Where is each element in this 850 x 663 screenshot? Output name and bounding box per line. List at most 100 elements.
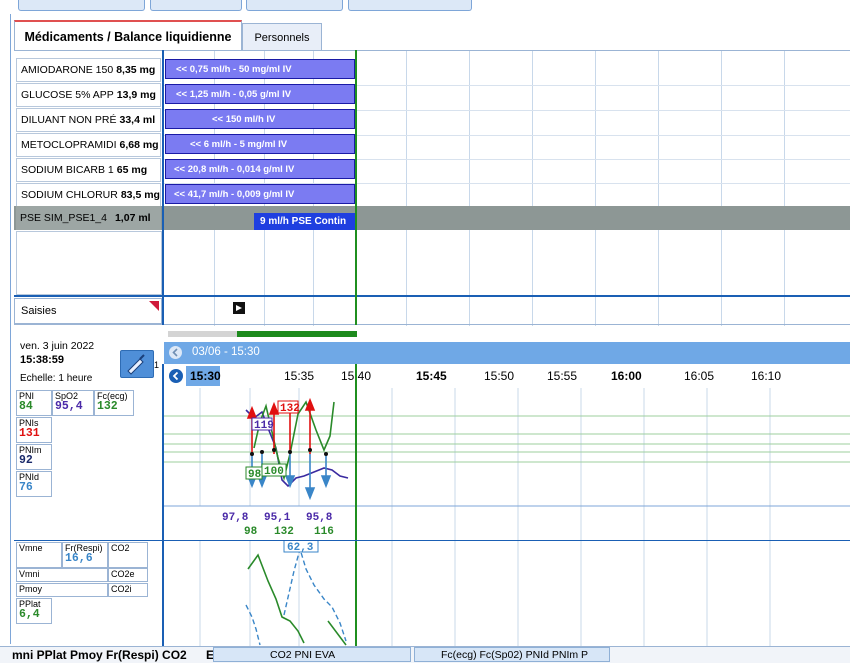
med-amount: 13,9 mg bbox=[116, 89, 156, 101]
param-label: CO2 bbox=[111, 543, 130, 553]
med-rate: << 20,8 ml/h - 0,014 g/ml IV bbox=[174, 163, 295, 175]
tick-label: 15:30 bbox=[190, 369, 221, 383]
bottom-tab-co2-pni-eva[interactable]: CO2 PNI EVA bbox=[213, 647, 411, 662]
tab-personnels[interactable]: Personnels bbox=[242, 23, 322, 51]
info-date: ven. 3 juin 2022 bbox=[20, 340, 95, 352]
respiratory-chart[interactable]: 62,3 bbox=[164, 541, 850, 646]
section-divider bbox=[14, 324, 850, 325]
param-fc[interactable]: Fc(ecg) 132 bbox=[94, 390, 134, 416]
med-label-amiodarone[interactable]: AMIODARONE 150 8,35 mg bbox=[16, 58, 161, 82]
timeline-scroll-thumb[interactable] bbox=[237, 331, 357, 337]
vital-signs-chart[interactable]: 132 119 98 100 97,8 95,1 95,8 98 132 116 bbox=[164, 388, 850, 540]
entry-marker-icon[interactable] bbox=[233, 302, 245, 314]
param-label: Vmni bbox=[19, 569, 40, 579]
bottom-tab-label: Fc(ecg) Fc(Sp02) PNId PNIm P bbox=[441, 648, 589, 661]
param-value: 76 bbox=[19, 481, 33, 494]
co2-series-a bbox=[245, 604, 261, 646]
param-pnis[interactable]: PNIs 131 bbox=[16, 417, 52, 443]
med-bar-glucose[interactable]: << 1,25 ml/h - 0,05 g/ml IV bbox=[165, 84, 355, 104]
param-value: 84 bbox=[19, 400, 33, 413]
grid-line bbox=[532, 51, 533, 326]
timeline-prev-icon[interactable] bbox=[169, 346, 182, 359]
top-tab-stub-2[interactable] bbox=[150, 0, 242, 11]
med-bar-metoclopramide[interactable]: << 6 ml/h - 5 mg/ml IV bbox=[165, 134, 355, 154]
med-rate: << 0,75 ml/h - 50 mg/ml IV bbox=[176, 63, 292, 75]
param-pnim[interactable]: PNIm 92 bbox=[16, 444, 52, 470]
bottom-legend-bar: mni PPlat Pmoy Fr(Respi) CO2 E CO2 PNI E… bbox=[0, 646, 850, 663]
param-frrespi[interactable]: Fr(Respi) 16,6 bbox=[62, 542, 108, 568]
param-vmni[interactable]: Vmni bbox=[16, 568, 108, 582]
med-name: DILUANT NON PRÉ bbox=[21, 114, 117, 126]
param-pnid[interactable]: PNId 76 bbox=[16, 471, 52, 497]
top-tab-stub-4[interactable] bbox=[348, 0, 472, 11]
pen-button[interactable] bbox=[120, 350, 154, 378]
tick-label: 16:10 bbox=[751, 369, 782, 383]
svg-text:100: 100 bbox=[264, 466, 284, 478]
summary-fc-1: 98 bbox=[244, 526, 258, 538]
param-label: CO2e bbox=[111, 569, 135, 579]
syringe-icon bbox=[127, 354, 145, 375]
med-label-glucose[interactable]: GLUCOSE 5% APP 13,9 mg bbox=[16, 83, 161, 107]
pse-amount: 1,07 ml bbox=[114, 212, 151, 224]
bottom-left-text: mni PPlat Pmoy Fr(Respi) CO2 bbox=[12, 648, 187, 662]
med-rate: << 41,7 ml/h - 0,009 g/ml IV bbox=[174, 188, 295, 200]
bottom-tab-fc-pni[interactable]: Fc(ecg) Fc(Sp02) PNId PNIm P bbox=[414, 647, 610, 662]
top-tab-stub-3[interactable] bbox=[246, 0, 343, 11]
bottom-tab-label: CO2 PNI EVA bbox=[270, 648, 336, 661]
tab-personnels-label: Personnels bbox=[254, 31, 310, 44]
summary-spo2-2: 95,1 bbox=[264, 512, 291, 524]
timeline-header: 03/06 - 15:30 bbox=[164, 342, 850, 364]
pse-row[interactable]: PSE SIM_PSE1_4 1,07 ml bbox=[14, 206, 850, 230]
med-amount: 8,35 mg bbox=[116, 64, 156, 76]
section-divider bbox=[14, 295, 850, 297]
timeline-back-icon[interactable] bbox=[169, 369, 183, 383]
med-bar-sodium-bicarb[interactable]: << 20,8 ml/h - 0,014 g/ml IV bbox=[165, 159, 355, 179]
med-label-diluant[interactable]: DILUANT NON PRÉ 33,4 ml bbox=[16, 108, 161, 132]
param-co2[interactable]: CO2 bbox=[108, 542, 148, 568]
param-spo2[interactable]: SpO2 95,4 bbox=[52, 390, 94, 416]
med-amount: 33,4 ml bbox=[119, 114, 156, 126]
med-label-metoclopramide[interactable]: METOCLOPRAMIDI 6,68 mg bbox=[16, 133, 161, 157]
grid-line bbox=[721, 51, 722, 326]
svg-text:98: 98 bbox=[248, 469, 262, 481]
param-vmne[interactable]: Vmne bbox=[16, 542, 62, 568]
med-label-sodium-bicarb[interactable]: SODIUM BICARB 1 65 mg bbox=[16, 158, 161, 182]
param-value: 132 bbox=[97, 400, 118, 413]
saisies-row[interactable]: Saisies bbox=[14, 298, 162, 324]
med-amount: 6,68 mg bbox=[119, 139, 159, 151]
param-value: 92 bbox=[19, 454, 33, 467]
summary-spo2-3: 95,8 bbox=[306, 512, 333, 524]
top-toolbar bbox=[0, 0, 850, 14]
med-label-sodium-chlorure[interactable]: SODIUM CHLORUR 83,5 mg bbox=[16, 183, 161, 207]
svg-text:119: 119 bbox=[254, 420, 274, 432]
med-bar-amiodarone[interactable]: << 0,75 ml/h - 50 mg/ml IV bbox=[165, 59, 355, 79]
param-value: 95,4 bbox=[55, 400, 83, 413]
param-value: 6,4 bbox=[19, 608, 40, 621]
tick-label: 15:50 bbox=[484, 369, 515, 383]
param-pplat[interactable]: PPlat 6,4 bbox=[16, 598, 52, 624]
med-bar-sodium-chlorure[interactable]: << 41,7 ml/h - 0,009 g/ml IV bbox=[165, 184, 355, 204]
current-time-line bbox=[355, 50, 357, 325]
saisies-label: Saisies bbox=[21, 305, 57, 317]
med-bar-diluant[interactable]: << 150 ml/h IV bbox=[165, 109, 355, 129]
empty-row-label bbox=[16, 231, 162, 295]
svg-text:132: 132 bbox=[280, 403, 300, 415]
top-tab-stub-1[interactable] bbox=[18, 0, 145, 11]
param-pmoy[interactable]: Pmoy bbox=[16, 583, 108, 597]
grid-line bbox=[469, 51, 470, 326]
param-value: 131 bbox=[19, 427, 40, 440]
tick-label: 16:05 bbox=[684, 369, 715, 383]
pse-bar[interactable]: 9 ml/h PSE Contin bbox=[254, 213, 356, 230]
tick-label: 16:00 bbox=[611, 369, 642, 383]
med-rate: << 1,25 ml/h - 0,05 g/ml IV bbox=[176, 88, 292, 100]
chart-annotation-132: 132 bbox=[277, 400, 300, 415]
param-co2i[interactable]: CO2i bbox=[108, 583, 148, 597]
tab-medications[interactable]: Médicaments / Balance liquidienne bbox=[14, 20, 242, 52]
med-name: GLUCOSE 5% APP bbox=[21, 89, 114, 101]
param-pni[interactable]: PNI 84 bbox=[16, 390, 52, 416]
med-name: AMIODARONE 150 bbox=[21, 64, 114, 76]
pse-name: PSE SIM_PSE1_4 bbox=[20, 212, 107, 224]
grid-left-border bbox=[162, 50, 164, 325]
param-co2e[interactable]: CO2e bbox=[108, 568, 148, 582]
co2-series-b bbox=[283, 546, 347, 642]
